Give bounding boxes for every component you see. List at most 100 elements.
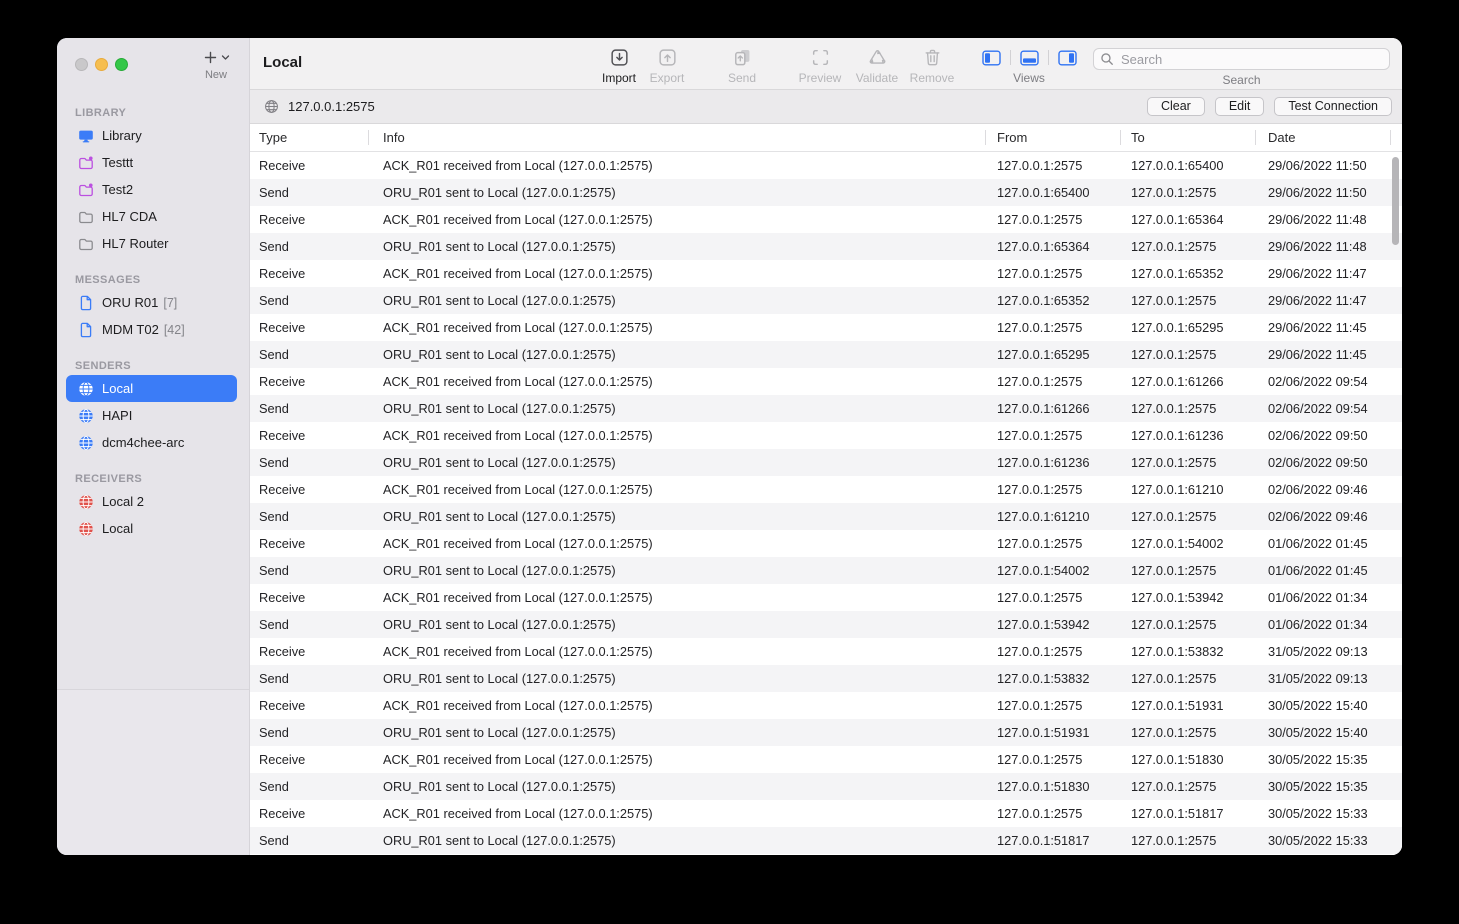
sidebar-item-mdm-t02[interactable]: MDM T02[42] xyxy=(66,316,237,343)
table-row[interactable]: SendORU_R01 sent to Local (127.0.0.1:257… xyxy=(250,611,1402,638)
sidebar-item-testtt[interactable]: Testtt xyxy=(66,149,237,176)
cell-from: 127.0.0.1:65400 xyxy=(985,185,1120,200)
table-row[interactable]: ReceiveACK_R01 received from Local (127.… xyxy=(250,422,1402,449)
table-row[interactable]: SendORU_R01 sent to Local (127.0.0.1:257… xyxy=(250,179,1402,206)
table-row[interactable]: SendORU_R01 sent to Local (127.0.0.1:257… xyxy=(250,719,1402,746)
cell-from: 127.0.0.1:2575 xyxy=(985,266,1120,281)
cell-info: ACK_R01 received from Local (127.0.0.1:2… xyxy=(368,698,985,713)
remove-button[interactable]: Remove xyxy=(900,47,964,85)
cell-type: Receive xyxy=(250,212,368,227)
cell-type: Receive xyxy=(250,158,368,173)
column-header-info[interactable]: Info xyxy=(368,130,985,145)
send-button[interactable]: Send xyxy=(710,47,774,85)
table-row[interactable]: ReceiveACK_R01 received from Local (127.… xyxy=(250,314,1402,341)
table-row[interactable]: ReceiveACK_R01 received from Local (127.… xyxy=(250,638,1402,665)
column-divider[interactable] xyxy=(1255,130,1256,145)
table-row[interactable]: SendORU_R01 sent to Local (127.0.0.1:257… xyxy=(250,503,1402,530)
sidebar-item-hl7-cda[interactable]: HL7 CDA xyxy=(66,203,237,230)
table-row[interactable]: SendORU_R01 sent to Local (127.0.0.1:257… xyxy=(250,665,1402,692)
table-row[interactable]: SendORU_R01 sent to Local (127.0.0.1:257… xyxy=(250,449,1402,476)
window-zoom-button[interactable] xyxy=(115,58,128,71)
cell-to: 127.0.0.1:61266 xyxy=(1120,374,1255,389)
cell-date: 02/06/2022 09:50 xyxy=(1255,428,1390,443)
cell-to: 127.0.0.1:2575 xyxy=(1120,725,1255,740)
test-connection-button[interactable]: Test Connection xyxy=(1274,97,1392,116)
cell-info: ACK_R01 received from Local (127.0.0.1:2… xyxy=(368,590,985,605)
sidebar-item-oru-r01[interactable]: ORU R01[7] xyxy=(66,289,237,316)
column-divider[interactable] xyxy=(368,130,369,145)
cell-type: Send xyxy=(250,347,368,362)
cell-from: 127.0.0.1:2575 xyxy=(985,698,1120,713)
table-row[interactable]: ReceiveACK_R01 received from Local (127.… xyxy=(250,530,1402,557)
sidebar-item-local[interactable]: Local xyxy=(66,515,237,542)
window-close-button[interactable] xyxy=(75,58,88,71)
cell-to: 127.0.0.1:2575 xyxy=(1120,455,1255,470)
export-button[interactable]: Export xyxy=(635,47,699,85)
column-divider[interactable] xyxy=(1390,130,1391,145)
sidebar-item-label: Test2 xyxy=(102,182,133,197)
cell-type: Send xyxy=(250,401,368,416)
table-row[interactable]: ReceiveACK_R01 received from Local (127.… xyxy=(250,584,1402,611)
column-header-date[interactable]: Date xyxy=(1255,130,1390,145)
window-minimize-button[interactable] xyxy=(95,58,108,71)
search-icon xyxy=(1100,52,1114,66)
view-left-panel-button[interactable] xyxy=(982,50,1001,66)
connection-bar: 127.0.0.1:2575 Clear Edit Test Connectio… xyxy=(250,90,1402,124)
new-button[interactable]: New xyxy=(192,46,240,81)
table-body: ReceiveACK_R01 received from Local (127.… xyxy=(250,152,1402,855)
sidebar-item-hapi[interactable]: HAPI xyxy=(66,402,237,429)
clear-button[interactable]: Clear xyxy=(1147,97,1205,116)
cell-to: 127.0.0.1:51830 xyxy=(1120,752,1255,767)
column-header-from[interactable]: From xyxy=(985,130,1120,145)
cell-info: ORU_R01 sent to Local (127.0.0.1:2575) xyxy=(368,779,985,794)
view-bottom-panel-button[interactable] xyxy=(1020,50,1039,66)
divider xyxy=(1048,50,1049,65)
table-row[interactable]: SendORU_R01 sent to Local (127.0.0.1:257… xyxy=(250,341,1402,368)
sidebar-item-library[interactable]: Library xyxy=(66,122,237,149)
column-divider[interactable] xyxy=(985,130,986,145)
sidebar-item-test2[interactable]: Test2 xyxy=(66,176,237,203)
table-row[interactable]: ReceiveACK_R01 received from Local (127.… xyxy=(250,152,1402,179)
table-row[interactable]: ReceiveACK_R01 received from Local (127.… xyxy=(250,800,1402,827)
globe-icon xyxy=(264,99,279,114)
cell-date: 30/05/2022 15:35 xyxy=(1255,752,1390,767)
column-header-to[interactable]: To xyxy=(1120,130,1255,145)
remove-icon xyxy=(922,47,943,68)
table-header: Type Info From To Date xyxy=(250,124,1402,152)
search-input[interactable] xyxy=(1093,48,1390,70)
sidebar-item-count: [7] xyxy=(163,296,177,310)
table-row[interactable]: ReceiveACK_R01 received from Local (127.… xyxy=(250,260,1402,287)
window-controls xyxy=(75,58,128,71)
table-row[interactable]: SendORU_R01 sent to Local (127.0.0.1:257… xyxy=(250,287,1402,314)
table-row[interactable]: SendORU_R01 sent to Local (127.0.0.1:257… xyxy=(250,395,1402,422)
sidebar-item-local-2[interactable]: Local 2 xyxy=(66,488,237,515)
preview-button[interactable]: Preview xyxy=(788,47,852,85)
import-icon xyxy=(609,47,630,68)
cell-to: 127.0.0.1:2575 xyxy=(1120,293,1255,308)
sidebar-item-hl7-router[interactable]: HL7 Router xyxy=(66,230,237,257)
edit-button[interactable]: Edit xyxy=(1215,97,1265,116)
table-row[interactable]: ReceiveACK_R01 received from Local (127.… xyxy=(250,368,1402,395)
cell-info: ACK_R01 received from Local (127.0.0.1:2… xyxy=(368,158,985,173)
cell-info: ORU_R01 sent to Local (127.0.0.1:2575) xyxy=(368,401,985,416)
table-row[interactable]: SendORU_R01 sent to Local (127.0.0.1:257… xyxy=(250,773,1402,800)
table-row[interactable]: ReceiveACK_R01 received from Local (127.… xyxy=(250,206,1402,233)
table-row[interactable]: ReceiveACK_R01 received from Local (127.… xyxy=(250,692,1402,719)
toolbar-item-label: Remove xyxy=(910,71,955,85)
column-divider[interactable] xyxy=(1120,130,1121,145)
cell-type: Receive xyxy=(250,374,368,389)
sidebar-item-local[interactable]: Local xyxy=(66,375,237,402)
cell-to: 127.0.0.1:65295 xyxy=(1120,320,1255,335)
table-row[interactable]: ReceiveACK_R01 received from Local (127.… xyxy=(250,746,1402,773)
column-header-type[interactable]: Type xyxy=(250,130,368,145)
views-label: Views xyxy=(973,71,1085,85)
cell-date: 29/06/2022 11:50 xyxy=(1255,158,1390,173)
vertical-scrollbar[interactable] xyxy=(1392,157,1399,245)
table-row[interactable]: SendORU_R01 sent to Local (127.0.0.1:257… xyxy=(250,233,1402,260)
table-row[interactable]: SendORU_R01 sent to Local (127.0.0.1:257… xyxy=(250,557,1402,584)
view-right-panel-button[interactable] xyxy=(1058,50,1077,66)
sidebar-item-label: Library xyxy=(102,128,142,143)
sidebar-item-dcm4chee-arc[interactable]: dcm4chee-arc xyxy=(66,429,237,456)
table-row[interactable]: ReceiveACK_R01 received from Local (127.… xyxy=(250,476,1402,503)
table-row[interactable]: SendORU_R01 sent to Local (127.0.0.1:257… xyxy=(250,827,1402,854)
